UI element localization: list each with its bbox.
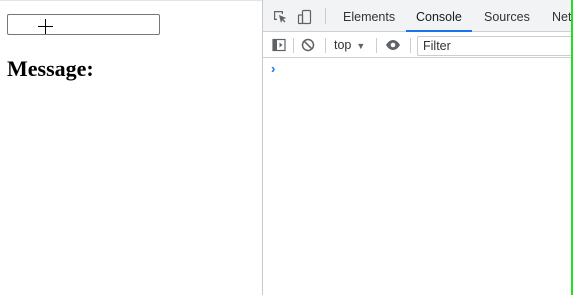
tab-separator bbox=[325, 8, 326, 24]
devtools-panel: Elements Console Sources Net top ▼ › bbox=[263, 0, 571, 295]
tab-network[interactable]: Net bbox=[552, 0, 571, 32]
caret-down-icon: ▼ bbox=[356, 41, 366, 51]
device-toolbar-icon[interactable] bbox=[297, 9, 313, 25]
toolbar-separator bbox=[325, 38, 326, 53]
console-toolbar: top ▼ bbox=[263, 33, 571, 58]
tab-elements[interactable]: Elements bbox=[343, 0, 395, 32]
toolbar-separator bbox=[410, 38, 411, 53]
context-value: top bbox=[334, 38, 352, 52]
message-heading: Message: bbox=[7, 56, 94, 81]
crosshair-cursor-icon bbox=[38, 19, 54, 35]
console-filter-input[interactable] bbox=[417, 36, 571, 56]
tab-sources[interactable]: Sources bbox=[484, 0, 530, 32]
tab-console[interactable]: Console bbox=[406, 0, 472, 32]
toolbar-separator bbox=[293, 38, 294, 53]
show-sidebar-icon[interactable] bbox=[271, 37, 287, 53]
toolbar-separator bbox=[376, 38, 377, 53]
console-prompt-icon: › bbox=[271, 61, 276, 76]
context-selector[interactable]: top ▼ bbox=[334, 37, 365, 54]
clear-console-icon[interactable] bbox=[300, 37, 316, 53]
text-input[interactable] bbox=[7, 14, 160, 35]
inspect-element-icon[interactable] bbox=[272, 9, 288, 25]
devtools-tabbar: Elements Console Sources Net bbox=[263, 0, 571, 32]
page-viewport: Message: bbox=[0, 0, 262, 295]
console-output[interactable]: › bbox=[263, 59, 571, 295]
live-expression-icon[interactable] bbox=[385, 37, 401, 53]
